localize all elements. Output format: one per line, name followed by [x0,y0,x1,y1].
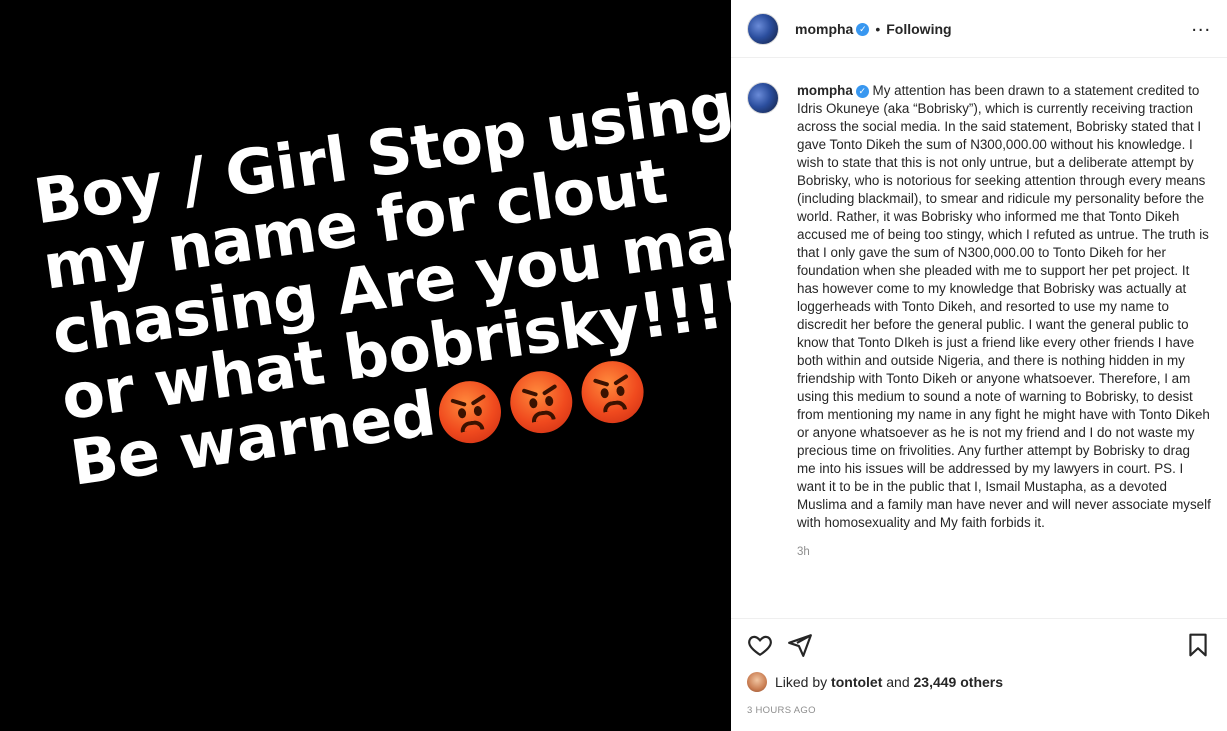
angry-face-icon [505,367,576,438]
verified-badge-icon: ✓ [856,23,870,37]
liker-username[interactable]: tontolet [831,674,882,690]
likes-prefix: Liked by [775,674,828,690]
paper-plane-icon[interactable] [787,632,813,658]
caption-section: mompha ✓ My attention has been drawn to a… [731,58,1227,618]
verified-badge-icon: ✓ [855,84,869,98]
caption-username[interactable]: mompha ✓ [797,83,869,98]
caption-avatar[interactable] [747,82,779,114]
likes-middle: and [886,674,910,690]
caption-text: My attention has been drawn to a stateme… [797,83,1211,530]
post-image-text: Boy / Girl Stop using my name for clout … [29,68,731,500]
likes-count[interactable]: 23,449 others [914,674,1004,690]
following-button[interactable]: Following [886,21,951,37]
angry-face-icon [434,377,505,448]
caption-username-text[interactable]: mompha [797,83,853,98]
bookmark-icon[interactable] [1185,632,1211,658]
post-image[interactable]: Boy / Girl Stop using my name for clout … [0,0,731,731]
likes-summary: Liked by tontolet and 23,449 others [747,672,1003,692]
post-actions-bar [731,618,1227,670]
post-header: mompha ✓ • Following ... [731,0,1227,58]
caption-body: mompha ✓ My attention has been drawn to a… [797,82,1211,532]
more-options-icon[interactable]: ... [1191,15,1211,38]
author-username-text[interactable]: mompha [795,21,853,37]
liker-avatar[interactable] [747,672,767,692]
caption-timestamp[interactable]: 3h [797,546,1211,558]
post-age[interactable]: 3 HOURS AGO [747,705,816,716]
caption-row: mompha ✓ My attention has been drawn to a… [747,82,1211,532]
post-side-panel: mompha ✓ • Following ... mompha ✓ My atten… [731,0,1227,731]
angry-face-icon [577,357,648,428]
author-username[interactable]: mompha ✓ [795,21,870,37]
separator-dot: • [875,20,881,37]
author-avatar[interactable] [747,12,779,45]
heart-icon[interactable] [747,632,773,658]
